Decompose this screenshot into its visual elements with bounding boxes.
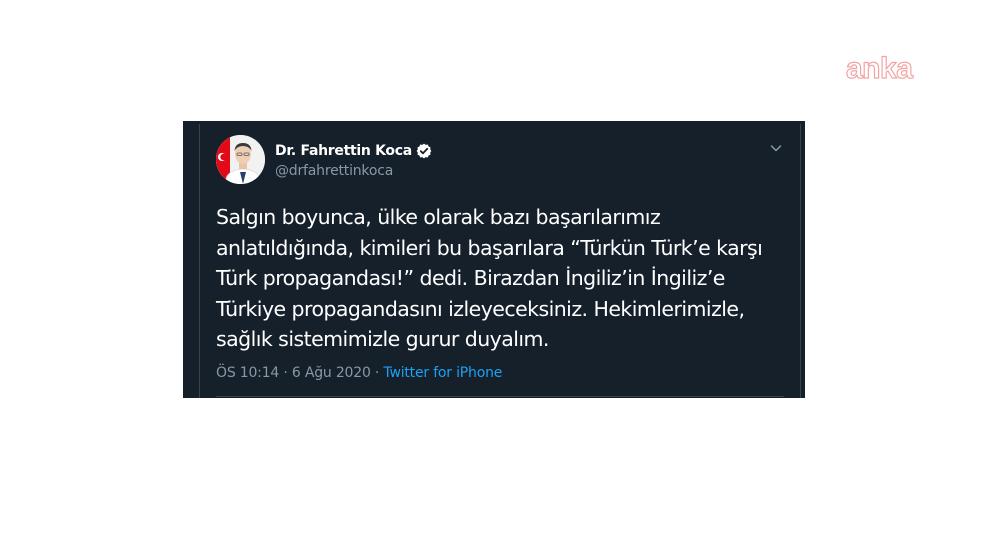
author-names: Dr. Fahrettin Koca @drfahrettinkoca bbox=[275, 141, 432, 179]
tweet-header: Dr. Fahrettin Koca @drfahrettinkoca bbox=[200, 124, 800, 194]
chevron-down-icon[interactable] bbox=[768, 140, 784, 156]
avatar[interactable] bbox=[216, 135, 265, 184]
display-name-row: Dr. Fahrettin Koca bbox=[275, 141, 432, 161]
tweet-card: Dr. Fahrettin Koca @drfahrettinkoca Salg… bbox=[199, 124, 801, 398]
meta-separator-2: · bbox=[370, 365, 384, 381]
tweet-screenshot: Dr. Fahrettin Koca @drfahrettinkoca Salg… bbox=[183, 121, 805, 398]
tweet-time[interactable]: ÖS 10:14 bbox=[216, 365, 279, 381]
tweet-source-link[interactable]: Twitter for iPhone bbox=[383, 365, 502, 381]
avatar-image bbox=[216, 135, 265, 184]
tweet-date[interactable]: 6 Ağu 2020 bbox=[292, 365, 371, 381]
tweet-meta: ÖS 10:14 · 6 Ağu 2020 · Twitter for iPho… bbox=[216, 365, 502, 381]
divider bbox=[216, 396, 784, 397]
anka-watermark: anka bbox=[845, 51, 913, 85]
meta-separator: · bbox=[279, 365, 292, 381]
handle[interactable]: @drfahrettinkoca bbox=[275, 163, 432, 179]
display-name[interactable]: Dr. Fahrettin Koca bbox=[275, 143, 412, 159]
tweet-text: Salgın boyunca, ülke olarak bazı başarıl… bbox=[216, 205, 763, 351]
verified-badge-icon bbox=[416, 143, 432, 159]
